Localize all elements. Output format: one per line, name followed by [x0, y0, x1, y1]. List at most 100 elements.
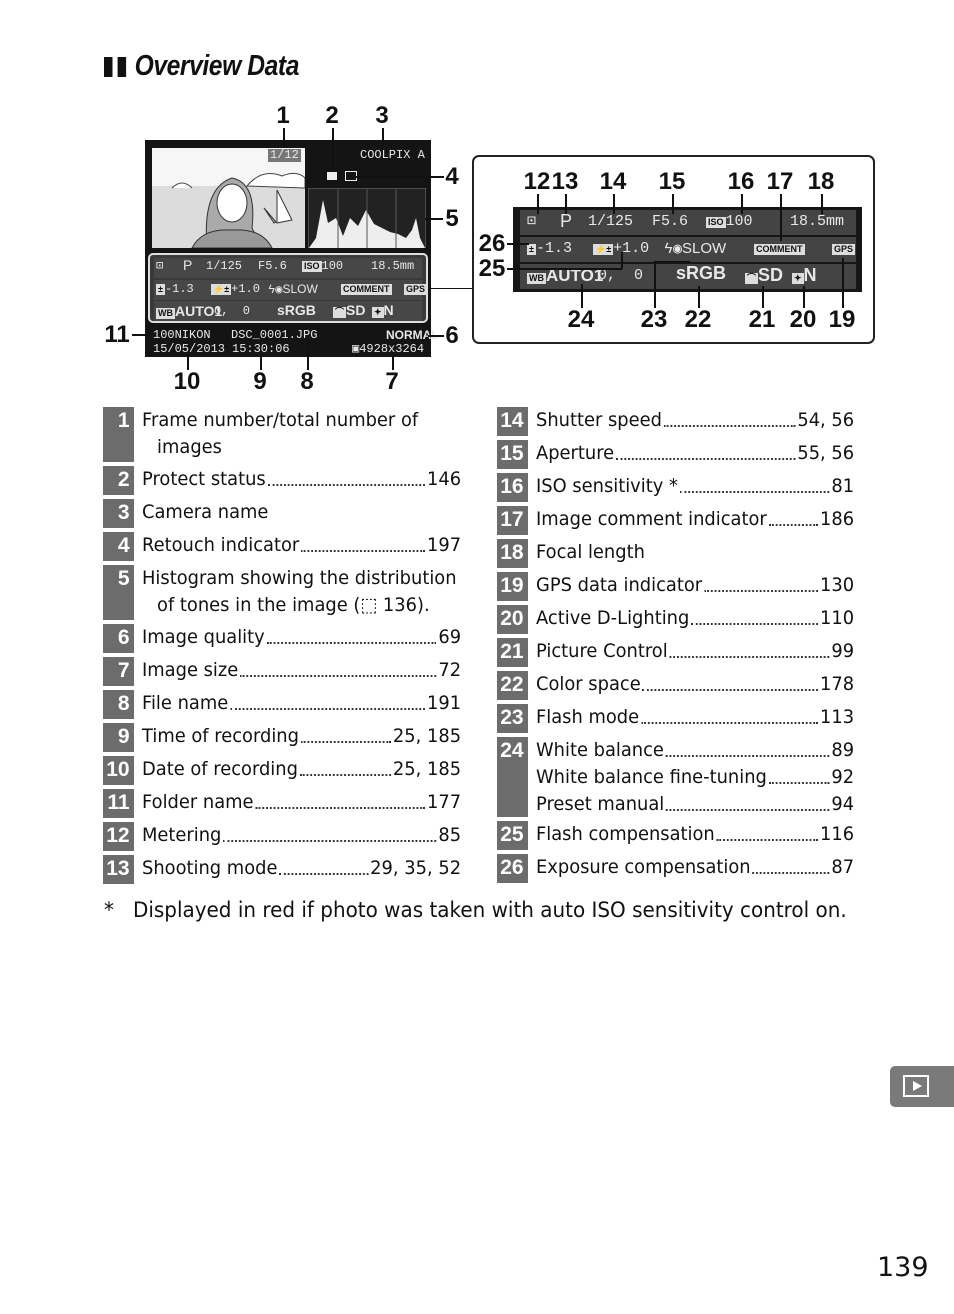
callout-25: 25: [478, 255, 506, 282]
page-reference[interactable]: 25, 185: [392, 756, 460, 783]
page-reference[interactable]: 54, 56: [797, 407, 854, 434]
item-label: Exposure compensation: [535, 856, 751, 878]
callout-16: 16: [727, 168, 755, 195]
item-number-badge: 24: [497, 737, 528, 817]
flash-icon: ϟ◉: [664, 241, 683, 258]
item-label: Image size: [141, 659, 238, 681]
iso: 100: [725, 213, 753, 230]
item-label: Picture Control: [535, 640, 668, 662]
legend-item: 3 Camera name: [103, 499, 481, 528]
page-reference[interactable]: 191: [427, 690, 461, 717]
item-label: Frame number/total number of: [141, 409, 418, 431]
item-number-badge: 3: [103, 499, 134, 528]
footnote: * Displayed in red if photo was taken wi…: [104, 898, 847, 922]
flash-comp-icon: ⚡±: [211, 284, 232, 295]
legend-item: 11 Folder name 177: [103, 789, 481, 818]
callout-7: 7: [385, 368, 399, 395]
legend-item: 15 Aperture 55, 56: [497, 440, 874, 469]
callout-21: 21: [748, 306, 776, 333]
item-number-badge: 21: [497, 638, 528, 667]
gps-indicator: GPS: [832, 244, 856, 255]
comment-indicator: COMMENT: [341, 284, 392, 295]
item-number-badge: 20: [497, 605, 528, 634]
picture-control-icon: ⌒: [745, 273, 759, 284]
item-label: Active D-Lighting: [535, 607, 689, 629]
page-reference[interactable]: 25, 185: [392, 723, 460, 750]
callout-5: 5: [445, 205, 459, 232]
color-space: sRGB: [676, 263, 727, 283]
legend-item: 17 Image comment indicator 186: [497, 506, 874, 535]
item-label: images: [156, 436, 222, 458]
item-number-badge: 14: [497, 407, 528, 436]
flash-mode: SLOW: [282, 282, 318, 296]
gps-indicator: GPS: [404, 284, 428, 295]
item-label: Protect status: [141, 468, 266, 490]
page-reference[interactable]: 72: [438, 657, 461, 684]
item-number-badge: 26: [497, 854, 528, 883]
item-number-badge: 5: [103, 565, 134, 620]
legend-item: 18 Focal length: [497, 539, 874, 568]
legend-item: 23 Flash mode 113: [497, 704, 874, 733]
page-reference[interactable]: 85: [438, 822, 461, 849]
item-number-badge: 22: [497, 671, 528, 700]
callout-2: 2: [325, 102, 339, 129]
page-reference[interactable]: 89: [831, 737, 854, 764]
legend-item: 14 Shutter speed 54, 56: [497, 407, 874, 436]
item-label: Histogram showing the distribution: [141, 567, 457, 589]
legend-item: 22 Color space 178: [497, 671, 874, 700]
page-reference[interactable]: 99: [831, 638, 854, 665]
item-number-badge: 4: [103, 532, 134, 561]
legend-item: 1 Frame number/total number of images: [103, 407, 481, 462]
page-reference[interactable]: 113: [820, 704, 854, 731]
histogram: [308, 188, 426, 248]
metering-icon: ⊡: [527, 213, 537, 230]
page-reference[interactable]: 146: [427, 466, 461, 493]
page-reference[interactable]: 178: [820, 671, 854, 698]
page-reference[interactable]: 130: [820, 572, 854, 599]
page-reference[interactable]: 81: [831, 473, 854, 500]
callout-17: 17: [766, 168, 794, 195]
page-reference[interactable]: 116: [820, 821, 854, 848]
exposure-comp-icon: ±: [156, 284, 165, 295]
flash-icon: ϟ◉: [268, 283, 283, 297]
page-reference[interactable]: 55, 56: [797, 440, 854, 467]
item-label: Folder name: [141, 791, 254, 813]
wb-fine-tune: 0, 0: [214, 304, 251, 318]
legend-item: 20 Active D-Lighting 110: [497, 605, 874, 634]
item-number-badge: 19: [497, 572, 528, 601]
page-reference[interactable]: 29, 35, 52: [370, 855, 461, 882]
item-label: File name: [141, 692, 228, 714]
page-reference[interactable]: 69: [438, 624, 461, 651]
item-number-badge: 6: [103, 624, 134, 653]
item-number-badge: 11: [103, 789, 134, 818]
page-reference[interactable]: 197: [427, 532, 461, 559]
page-reference[interactable]: 94: [831, 791, 854, 818]
page-reference[interactable]: 177: [427, 789, 461, 816]
legend-item: 21 Picture Control 99: [497, 638, 874, 667]
legend-item: 24 White balance 89 White balance fine-tuni…: [497, 737, 874, 818]
page-reference[interactable]: 110: [820, 605, 854, 632]
item-number-badge: 15: [497, 440, 528, 469]
frame-number: 1/12: [268, 148, 301, 162]
item-label: Date of recording: [141, 758, 298, 780]
aperture: F5.6: [258, 259, 287, 273]
iso-icon: ISO: [302, 261, 322, 272]
callout-4: 4: [445, 163, 459, 190]
color-space: sRGB: [277, 302, 316, 318]
callout-9: 9: [253, 368, 267, 395]
shutter-speed: 1/125: [206, 259, 243, 273]
wb-icon: WB: [527, 273, 546, 284]
picture-control-icon: ⌒: [333, 307, 347, 318]
page-reference[interactable]: 87: [831, 854, 854, 881]
page-reference[interactable]: 92: [831, 764, 854, 791]
wb-icon: WB: [156, 308, 175, 319]
item-label: Preset manual: [535, 793, 664, 815]
shooting-mode: P: [560, 211, 573, 231]
flash-comp: +1.0: [231, 282, 260, 296]
comment-indicator: COMMENT: [754, 244, 805, 255]
item-label: Time of recording: [141, 725, 299, 747]
callout-8: 8: [300, 368, 314, 395]
metering-icon: ⊡: [156, 259, 164, 273]
playback-section-tab[interactable]: [890, 1066, 954, 1107]
page-reference[interactable]: 186: [820, 506, 854, 533]
